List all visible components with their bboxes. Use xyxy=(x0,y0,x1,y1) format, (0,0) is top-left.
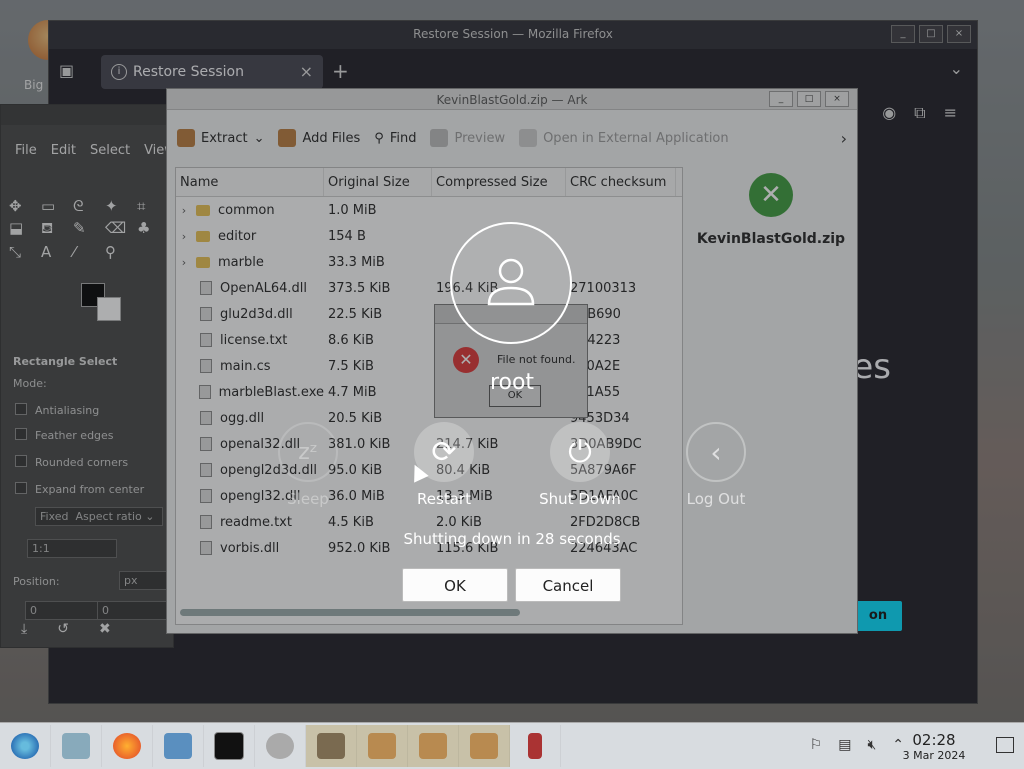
taskbar-items xyxy=(0,725,561,767)
show-desktop-button[interactable] xyxy=(996,737,1014,753)
taskbar-firefox[interactable] xyxy=(102,725,153,767)
logout-action[interactable]: ‹ Log Out xyxy=(656,422,776,508)
restart-label: Restart xyxy=(417,490,471,508)
user-icon xyxy=(487,258,535,306)
sleep-action[interactable]: zᶻ Sleep xyxy=(248,422,368,508)
taskbar: ⚐ ▤ 🔇︎ ⌃ 02:28 3 Mar 2024 xyxy=(0,722,1024,769)
file-manager-icon xyxy=(62,733,90,759)
gimp-icon xyxy=(317,733,345,759)
clock[interactable]: 02:28 3 Mar 2024 xyxy=(896,731,972,762)
shutdown-label: Shut Down xyxy=(539,490,621,508)
cancel-button[interactable]: Cancel xyxy=(515,568,621,602)
taskbar-gimp[interactable] xyxy=(306,725,357,767)
taskbar-system-settings[interactable] xyxy=(153,725,204,767)
logout-overlay xyxy=(0,0,1024,722)
taskbar-vm-app[interactable] xyxy=(255,725,306,767)
clipboard-icon[interactable]: ▤ xyxy=(838,737,851,753)
logout-label: Log Out xyxy=(686,490,746,508)
notifications-icon[interactable]: ⚐ xyxy=(810,737,823,753)
taskbar-terminal[interactable] xyxy=(204,725,255,767)
sleep-label: Sleep xyxy=(287,490,329,508)
ok-button[interactable]: OK xyxy=(402,568,508,602)
start-menu-icon xyxy=(11,733,39,759)
settings-icon xyxy=(164,733,192,759)
restart-action[interactable]: ⟳ Restart xyxy=(384,422,504,508)
terminal-icon xyxy=(214,732,244,760)
chevron-left-icon: ‹ xyxy=(686,422,746,482)
system-tray: ⚐ ▤ 🔇︎ ⌃ xyxy=(810,737,904,753)
wine-icon xyxy=(528,733,542,759)
user-avatar xyxy=(450,222,572,344)
taskbar-file-manager[interactable] xyxy=(51,725,102,767)
start-button[interactable] xyxy=(0,725,51,767)
archive-icon xyxy=(470,733,498,759)
shutdown-countdown: Shutting down in 28 seconds xyxy=(403,530,621,548)
clock-time: 02:28 xyxy=(912,731,956,749)
sleep-icon: zᶻ xyxy=(278,422,338,482)
shutdown-action[interactable]: ⏻ Shut Down xyxy=(520,422,640,508)
taskbar-ark-2[interactable] xyxy=(408,725,459,767)
taskbar-ark-1[interactable] xyxy=(357,725,408,767)
clock-date: 3 Mar 2024 xyxy=(902,749,966,762)
archive-icon xyxy=(419,733,447,759)
taskbar-wine[interactable] xyxy=(510,725,561,767)
vm-icon xyxy=(266,733,294,759)
taskbar-ark-3[interactable] xyxy=(459,725,510,767)
firefox-icon xyxy=(113,733,141,759)
username: root xyxy=(489,370,535,395)
archive-icon xyxy=(368,733,396,759)
volume-muted-icon[interactable]: 🔇︎ xyxy=(867,737,876,753)
power-icon: ⏻ xyxy=(550,422,610,482)
